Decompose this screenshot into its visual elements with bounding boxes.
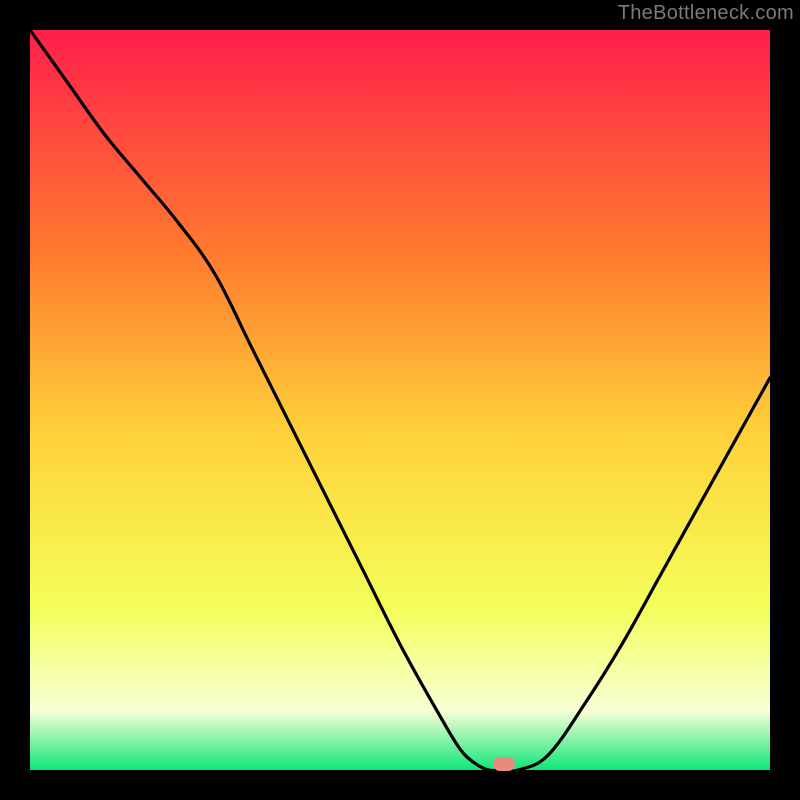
- plot-area: [30, 30, 770, 770]
- chart-container: TheBottleneck.com: [0, 0, 800, 800]
- gradient-background: [30, 30, 770, 770]
- watermark-label: TheBottleneck.com: [618, 2, 794, 25]
- chart-svg: [30, 30, 770, 770]
- optimum-marker: [493, 757, 515, 771]
